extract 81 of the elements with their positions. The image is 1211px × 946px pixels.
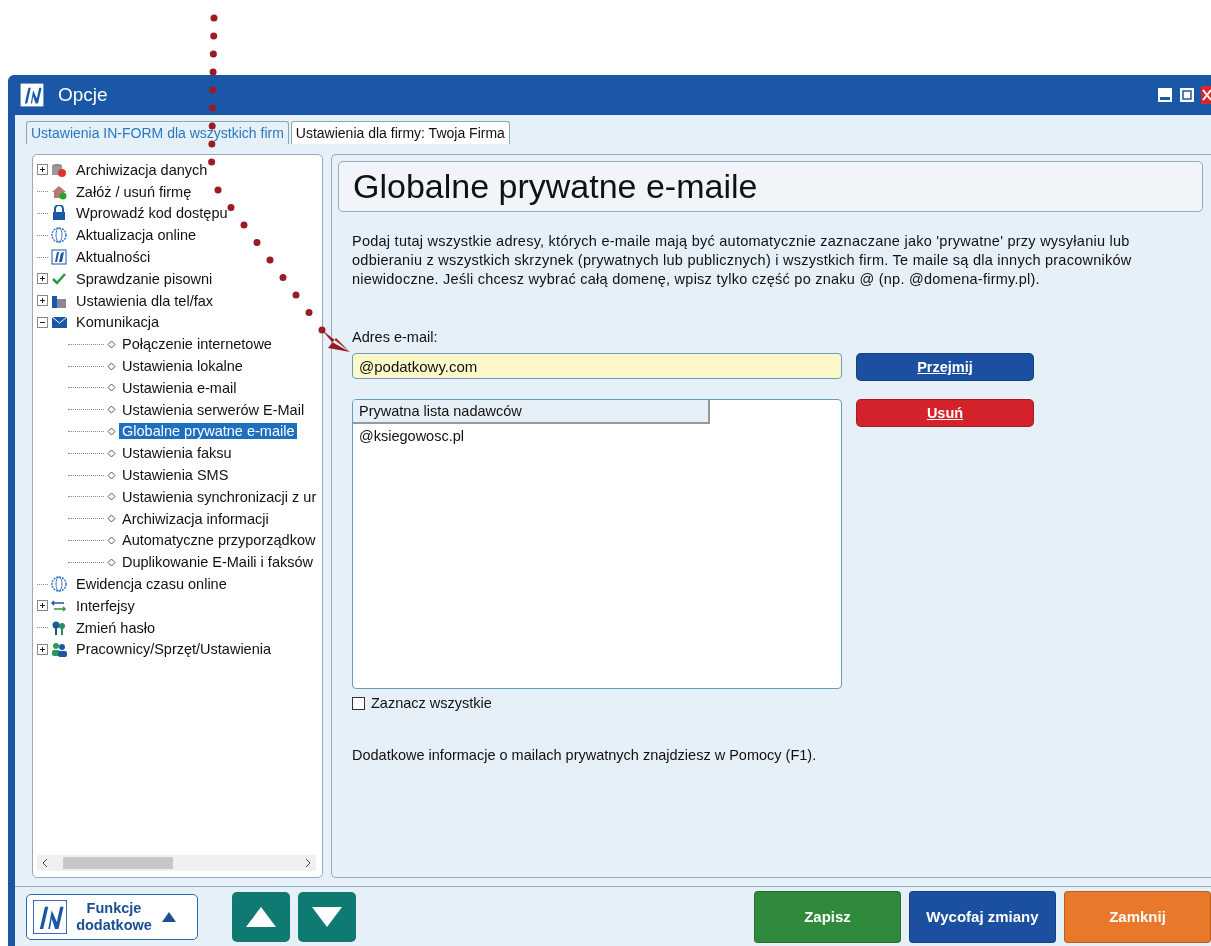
diamond-icon [107, 339, 116, 349]
description-text: Podaj tutaj wszystkie adresy, których e-maile mają być automatycznie zaznaczane jako 'prywatne' przy wysyłaniu lub odbieraniu z wszystkich skrzynek (prywatnych lub publicznych) i wszystkich firm. Te maile są dla innych pracowników niewidoczne. Jeśli chcesz wybrać całą domenę, wpisz tylko część po znaku @ (np. @domena-firmy.pl). [352, 232, 1133, 289]
tree-item[interactable]: Ustawienia lokalne [119, 358, 246, 375]
tree-item[interactable]: Wprowadź kod dostępu [73, 205, 231, 222]
help-note: Dodatkowe informacje o mailach prywatnych znajdziesz w Pomocy (F1). [352, 747, 818, 763]
tree-item[interactable]: Ustawienia e-mail [119, 379, 240, 396]
tree-item[interactable]: Ustawienia dla tel/fax [73, 292, 216, 309]
field-label: Adres e-mail: [352, 329, 439, 345]
tree-item[interactable]: Załóż / usuń firmę [73, 183, 195, 200]
minimize-icon[interactable] [1157, 87, 1173, 103]
checkbox[interactable] [352, 696, 365, 710]
diamond-icon [107, 361, 116, 371]
diamond-icon [107, 470, 116, 480]
tree-item[interactable]: Ustawienia SMS [119, 467, 232, 484]
diamond-icon [107, 383, 116, 393]
triangle-up-icon [161, 910, 177, 923]
tree-item[interactable]: Zmień hasło [73, 619, 158, 636]
expand-icon[interactable] [37, 643, 48, 655]
expand-icon[interactable] [37, 295, 48, 307]
sender-list[interactable]: Prywatna lista nadawców @ksiegowosc.pl [352, 399, 842, 689]
database-icon [51, 161, 68, 178]
diamond-icon [107, 405, 116, 415]
app-logo [20, 83, 44, 107]
close-icon[interactable] [1201, 86, 1211, 104]
tree-item[interactable]: Ustawienia synchronizacji z ur [119, 488, 320, 505]
collapse-icon[interactable] [37, 316, 48, 328]
people-icon [51, 641, 68, 658]
diamond-icon [107, 492, 116, 502]
app-logo [33, 899, 67, 934]
list-item[interactable]: @ksiegowosc.pl [353, 424, 841, 444]
tree-item[interactable]: Globalne prywatne e-maile [119, 423, 298, 440]
diamond-icon [107, 448, 116, 458]
tree-item[interactable]: Aktualizacja online [73, 227, 200, 244]
diamond-icon [107, 426, 116, 436]
remove-button[interactable]: Usuń [856, 399, 1034, 427]
tab[interactable]: Ustawienia IN-FORM dla wszystkich firm [26, 121, 289, 144]
tree-item[interactable]: Sprawdzanie pisowni [73, 270, 216, 287]
move-down-button[interactable] [298, 891, 356, 942]
tree-item[interactable]: Ewidencja czasu online [73, 576, 230, 593]
tree-item[interactable]: Pracownicy/Sprzęt/Ustawienia [73, 641, 275, 658]
lock-icon [51, 205, 68, 222]
expand-icon[interactable] [37, 600, 48, 612]
tree-item[interactable]: Ustawienia serwerów E-Mail [119, 401, 308, 418]
tree-item[interactable]: Ustawienia faksu [119, 445, 235, 462]
action-button[interactable]: Wycofaj zmiany [909, 890, 1056, 943]
tree-item[interactable]: Połączenie internetowe [119, 336, 275, 353]
expand-icon[interactable] [37, 273, 48, 285]
globe-icon [51, 576, 68, 593]
maximize-icon[interactable] [1179, 87, 1195, 103]
house-icon [51, 183, 68, 200]
tree-item[interactable]: Duplikowanie E-Maili i faksów [119, 554, 316, 571]
arrows-icon [51, 597, 68, 614]
triangle-up-icon [245, 905, 277, 928]
envelope-icon [51, 314, 68, 331]
scroll-right-icon[interactable] [304, 858, 312, 868]
keys-icon [51, 619, 68, 636]
horizontal-scrollbar[interactable] [37, 855, 316, 871]
logo-icon [51, 249, 68, 266]
triangle-down-icon [311, 905, 343, 928]
email-field[interactable]: @podatkowy.com [352, 353, 842, 379]
tree-item[interactable]: Archiwizacja danych [73, 161, 211, 178]
tree-item[interactable]: Komunikacja [73, 314, 162, 331]
tree-item[interactable]: Automatyczne przyporządkow [119, 532, 319, 549]
diamond-icon [107, 535, 116, 545]
diamond-icon [107, 557, 116, 567]
checkbox-label[interactable]: Zaznacz wszystkie [371, 695, 492, 711]
page-heading: Globalne prywatne e-maile [338, 161, 1203, 212]
diamond-icon [107, 514, 116, 524]
more-functions-button[interactable]: Funkcje dodatkowe [26, 893, 198, 940]
action-button[interactable]: Zapisz [754, 890, 901, 943]
move-up-button[interactable] [232, 891, 290, 942]
globe-icon [51, 227, 68, 244]
column-header[interactable]: Prywatna lista nadawców [353, 400, 710, 424]
tree-item[interactable]: Aktualności [73, 249, 154, 266]
accept-button[interactable]: Przejmij [856, 353, 1034, 381]
tree-item[interactable]: Interfejsy [73, 597, 138, 614]
window-title: Opcje [58, 84, 108, 106]
tab[interactable]: Ustawienia dla firmy: Twoja Firma [290, 121, 510, 144]
expand-icon[interactable] [37, 164, 48, 176]
scroll-left-icon[interactable] [41, 858, 49, 868]
tree-item[interactable]: Archiwizacja informacji [119, 510, 272, 527]
